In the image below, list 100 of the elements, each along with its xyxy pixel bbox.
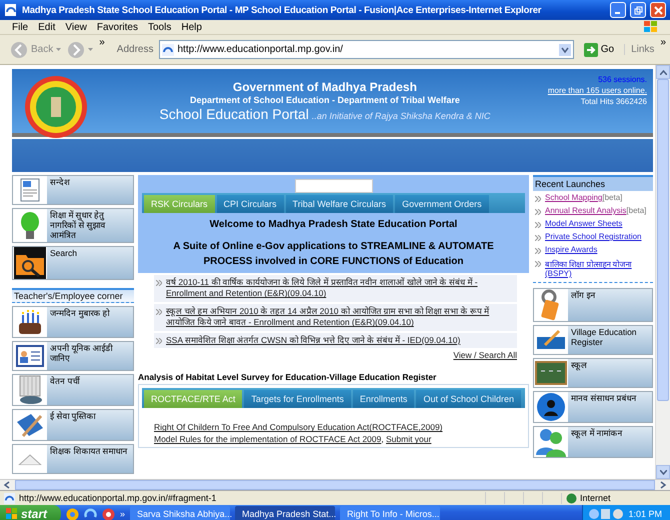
menu-item[interactable]: Tools (148, 22, 172, 32)
users-online-link[interactable]: more than 165 users online. (548, 86, 647, 95)
menu-item[interactable]: Edit (38, 22, 56, 32)
menu-tile-label: शिक्षक शिकायत समाधान (49, 445, 129, 458)
browser-icon[interactable] (84, 508, 98, 520)
security-zone: Internet (580, 493, 611, 503)
minimize-button[interactable] (610, 2, 626, 18)
menu-tile-label: शिक्षा में सुधार हेतु नागरिकों से सुझाव आमंत्रित (49, 209, 107, 242)
links-overflow[interactable]: » (660, 37, 666, 48)
menu-tile[interactable]: ई सेवा पुस्तिका (12, 409, 134, 442)
menu-tile[interactable]: सन्देश (12, 175, 134, 205)
launch-link[interactable]: Annual Result Analysis (545, 206, 626, 215)
dropdown-icon[interactable] (558, 44, 571, 56)
restore-icon (634, 6, 642, 14)
menu-tile-label: Village Education Register (570, 326, 638, 349)
windows-logo-icon (644, 21, 658, 33)
launch-link[interactable]: बालिका शिक्षा प्रोत्साहन योजना (BSPY) (545, 258, 651, 278)
taskbar-button[interactable]: Madhya Pradesh Stat... (235, 506, 336, 520)
globe-user-icon (536, 392, 566, 422)
links-button[interactable]: Links (624, 44, 654, 55)
media-icon[interactable] (102, 508, 116, 520)
tray-icons[interactable] (589, 508, 626, 520)
menu-tile-label: वेतन पर्ची (49, 375, 81, 388)
menu-tile[interactable]: शिक्षक शिकायत समाधान (12, 444, 134, 474)
close-icon (654, 6, 662, 14)
document-link[interactable]: Right Of Childern To Free And Compulsory Education Act(ROCTFACE,2009) (154, 422, 442, 432)
menu-tile-label: मानव संसाधन प्रबंधन (570, 392, 638, 405)
launch-link[interactable]: Inspire Awards (545, 245, 598, 254)
page-icon (162, 44, 174, 56)
caret-icon (88, 48, 94, 51)
view-all-link[interactable]: View / Search All (453, 350, 517, 360)
bullet-icon (535, 222, 541, 228)
beta-note: [beta] (602, 193, 622, 202)
tab[interactable]: Enrollments (352, 390, 414, 408)
welcome-heading: Welcome to Madhya Pradesh State Education Portal (210, 219, 458, 230)
menu-item[interactable]: Favorites (96, 22, 138, 32)
globe-icon (566, 492, 577, 504)
tab[interactable]: Tribal Welfare Circulars (286, 195, 394, 213)
tab[interactable]: CPI Circulars (216, 195, 284, 213)
menu-tile[interactable]: वेतन पर्ची (12, 374, 134, 406)
launch-link[interactable]: Private School Registration (545, 232, 642, 241)
chalkboard-icon (535, 361, 567, 385)
menu-tile-label: लॉग इन (570, 289, 596, 302)
menu-tile-label: स्कूल में नामांकन (570, 427, 624, 440)
bullet-icon (156, 338, 162, 344)
banner-subtitle: Department of School Education - Department of Tribal Welfare (190, 95, 460, 105)
menu-tile[interactable]: Village Education Register (533, 325, 653, 355)
browser-icon[interactable] (66, 508, 80, 520)
taskbar-button[interactable]: Sarva Shiksha Abhiya... (130, 506, 230, 520)
go-button[interactable]: Go (580, 42, 618, 56)
folder-search-icon (14, 247, 46, 280)
bullet-icon (535, 261, 541, 267)
menu-tile[interactable]: जन्मदिन मुबारक हो (12, 306, 134, 338)
scroll-down-icon[interactable] (660, 470, 666, 474)
menu-tile-label: ई सेवा पुस्तिका (49, 410, 97, 424)
clock: 1:01 PM (628, 509, 662, 519)
menu-tile[interactable]: लॉग इन (533, 288, 653, 322)
bullet-icon (535, 235, 541, 241)
menu-tile[interactable]: स्कूल (533, 358, 653, 388)
menu-tile[interactable]: शिक्षा में सुधार हेतु नागरिकों से सुझाव आमंत्रित (12, 208, 134, 244)
close-button[interactable] (650, 2, 666, 18)
menu-item[interactable]: File (12, 22, 28, 32)
document-link[interactable]: Model Rules for the implementation of ROCTFACE Act 2009 (154, 434, 382, 444)
start-button[interactable]: start (0, 505, 62, 520)
horizontal-scrollbar[interactable] (0, 479, 670, 490)
beta-note: [beta] (626, 206, 646, 215)
bullet-icon (535, 209, 541, 215)
menu-item[interactable]: View (65, 22, 87, 32)
status-url: http://www.educationportal.mp.gov.in/#fragment-1 (19, 493, 218, 503)
launch-link[interactable]: Model Answer Sheets (545, 219, 622, 228)
taskbar-button[interactable]: Right To Info - Micros... (340, 506, 440, 520)
scroll-up-icon[interactable] (660, 70, 666, 74)
section-heading: Analysis of Habitat Level Survey for Education-Village Education Register (138, 372, 438, 382)
tab[interactable]: Out of School Children (416, 390, 521, 408)
portal-description: A Suite of Online e-Gov applications to STREAMLINE & AUTOMATE PROCESS involved in CORE FUNCTIONS of Education (172, 240, 495, 268)
toolbar-overflow[interactable]: » (99, 37, 105, 48)
address-bar[interactable]: http://www.educationportal.mp.gov.in/ (159, 40, 574, 59)
separator-text: , (381, 434, 385, 444)
address-field[interactable]: http://www.educationportal.mp.gov.in/ (177, 44, 556, 55)
quick-launch-overflow[interactable]: » (120, 509, 126, 519)
tab[interactable]: Targets for Enrollments (244, 390, 351, 408)
menu-item[interactable]: Help (181, 22, 202, 32)
caret-icon (56, 48, 62, 51)
menu-tile[interactable]: Search (12, 246, 134, 280)
id-card-icon (16, 345, 44, 368)
page-icon (4, 492, 15, 504)
vertical-scrollbar[interactable] (655, 65, 670, 479)
document-link[interactable]: Submit your (386, 434, 432, 444)
menu-tile-label: Search (49, 247, 78, 260)
tab[interactable]: Government Orders (395, 195, 489, 213)
launch-link[interactable]: School Mapping (545, 193, 602, 202)
session-count: 536 sessions. (598, 75, 647, 84)
portal-name: School Education Portal (159, 106, 309, 122)
menu-tile[interactable]: स्कूल में नामांकन (533, 426, 653, 458)
users-icon (535, 427, 567, 457)
restore-button[interactable] (630, 2, 646, 18)
menu-tile[interactable]: अपनी यूनिक आईडी जानिए (12, 341, 134, 372)
address-label: Address (116, 44, 154, 55)
menu-tile[interactable]: मानव संसाधन प्रबंधन (533, 391, 653, 423)
section-heading: Recent Launches (533, 175, 653, 191)
